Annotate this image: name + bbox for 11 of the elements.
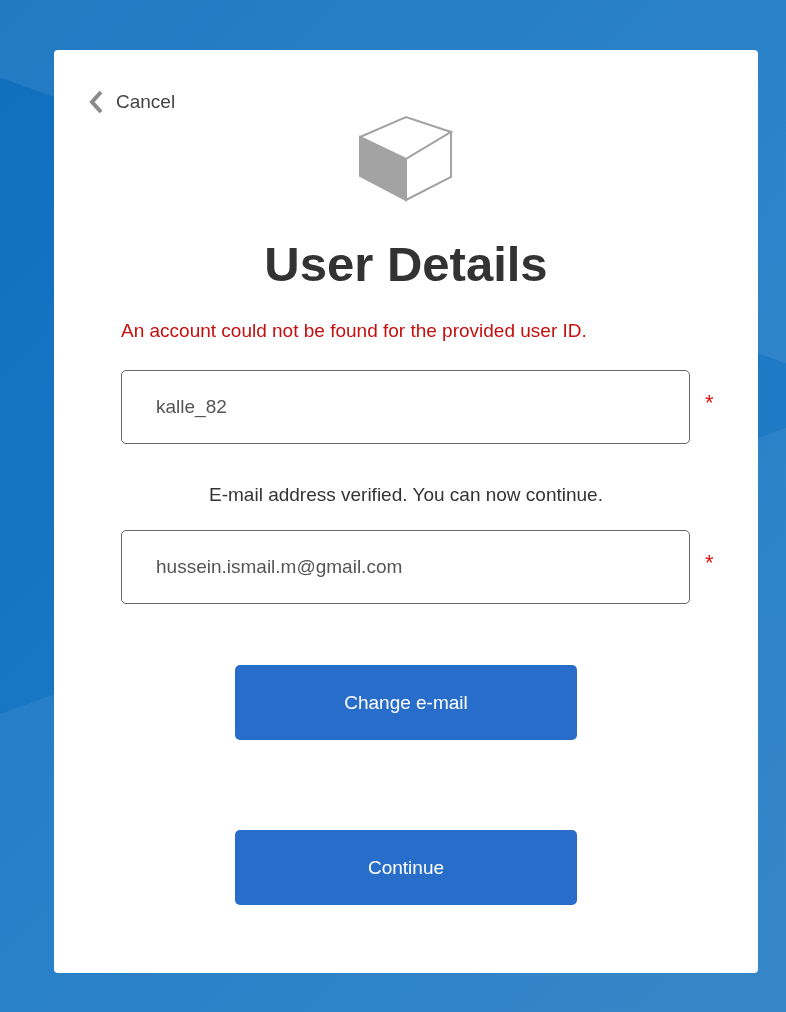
chevron-left-icon xyxy=(88,90,104,114)
info-message: E-mail address verified. You can now continue. xyxy=(209,484,603,506)
cancel-link[interactable]: Cancel xyxy=(88,90,176,114)
page-title: User Details xyxy=(264,236,548,292)
text-field[interactable]: hussein.ismail.m@gmail.com xyxy=(121,530,690,604)
required-mark: * xyxy=(705,550,714,576)
required-mark: * xyxy=(705,390,714,416)
change-email-button[interactable]: Change e-mail xyxy=(235,665,577,740)
text-field[interactable]: kalle_82 xyxy=(121,370,690,444)
continue-button[interactable]: Continue xyxy=(235,830,577,905)
error-message: An account could not be found for the provided user ID. xyxy=(121,320,587,342)
